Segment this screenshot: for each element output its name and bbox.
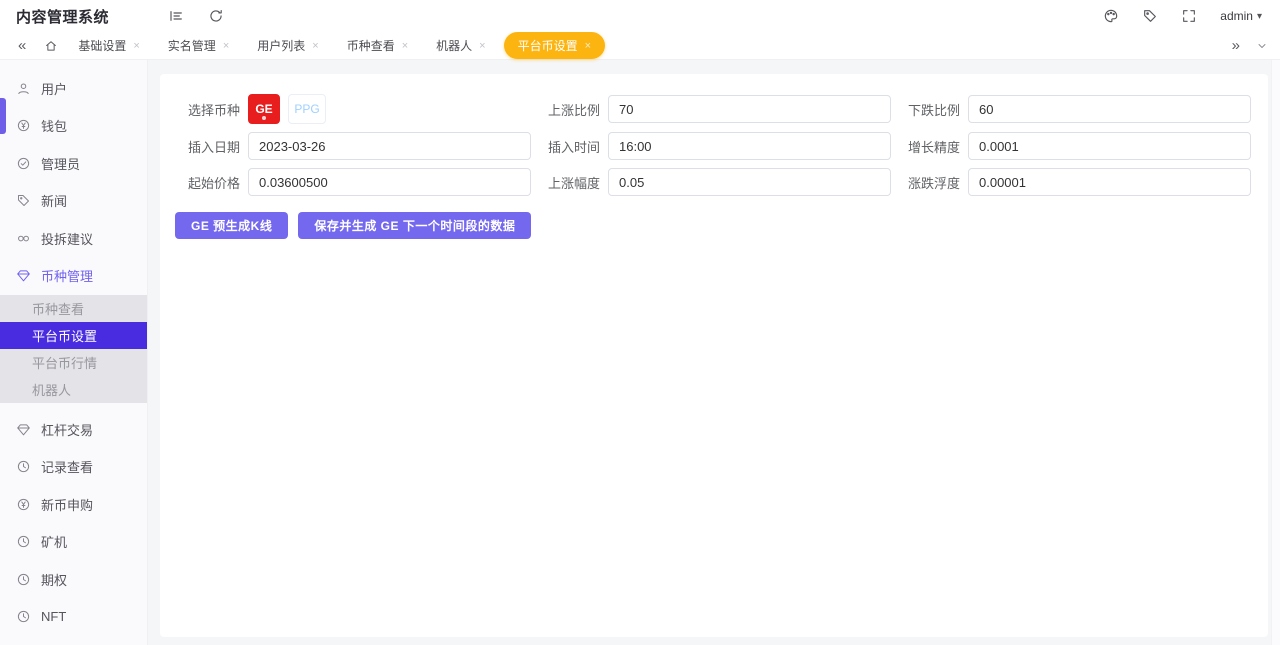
vertical-scrollbar[interactable] <box>1271 60 1280 645</box>
sidebar-subitem-coin-view[interactable]: 币种查看 <box>0 295 147 322</box>
field-label-insert-time: 插入时间 <box>536 137 600 156</box>
history-icon <box>16 572 31 587</box>
field-label-insert-date: 插入日期 <box>160 137 240 156</box>
sidebar-item-coin-management[interactable]: 币种管理 <box>0 257 147 295</box>
app-title: 内容管理系统 <box>0 6 148 27</box>
sidebar-item-mining-machine[interactable]: 矿机 <box>0 523 147 561</box>
rise-range-input[interactable] <box>608 168 891 196</box>
close-icon[interactable]: × <box>585 40 591 52</box>
tab-coin-view[interactable]: 币种查看 × <box>337 33 418 58</box>
caret-down-icon: ▾ <box>1257 11 1262 22</box>
feedback-loops-icon <box>16 231 31 246</box>
tabs-scroll-left-icon[interactable]: « <box>18 38 26 53</box>
selected-dot <box>262 116 266 120</box>
sidebar-item-news[interactable]: 新闻 <box>0 182 147 220</box>
pregenerate-kline-button[interactable]: GE 预生成K线 <box>175 212 288 239</box>
settings-form-card: 选择币种 GE PPG 上涨比例 下跌比例 <box>160 74 1268 637</box>
history-icon <box>16 459 31 474</box>
history-icon <box>16 534 31 549</box>
refresh-icon[interactable] <box>208 8 224 24</box>
sidebar-item-administrators[interactable]: 管理员 <box>0 145 147 183</box>
sidebar-item-users[interactable]: 用户 <box>0 70 147 108</box>
tabs-scroll-right-icon[interactable]: » <box>1232 38 1240 53</box>
sidebar-item-options[interactable]: 期权 <box>0 561 147 599</box>
tab-bar: « 基础设置 × 实名管理 × 用户列表 × 币种查看 × 机器 <box>0 32 1280 60</box>
home-tab-icon[interactable] <box>44 39 58 53</box>
tab-basic-settings[interactable]: 基础设置 × <box>68 33 149 58</box>
tab-robot[interactable]: 机器人 × <box>426 33 495 58</box>
field-label-rise-ratio: 上涨比例 <box>536 100 600 119</box>
user-icon <box>16 81 31 96</box>
sidebar-subitem-platform-coin-market[interactable]: 平台币行情 <box>0 349 147 376</box>
admin-dropdown[interactable]: admin ▾ <box>1220 9 1262 23</box>
check-circle-icon <box>16 156 31 171</box>
tab-realname-management[interactable]: 实名管理 × <box>158 33 239 58</box>
tag-icon[interactable] <box>1142 8 1158 24</box>
sidebar-item-feedback[interactable]: 投拆建议 <box>0 220 147 258</box>
sidebar-nav: 设置 用户 钱包 管理员 新闻 投拆建议 <box>0 32 148 645</box>
coin-option-ge-button[interactable]: GE <box>248 94 280 124</box>
sidebar-item-nft[interactable]: NFT <box>0 598 147 636</box>
app-window: 内容管理系统 admin ▾ <box>0 0 1280 645</box>
field-label-fall-ratio: 下跌比例 <box>896 100 960 119</box>
close-icon[interactable]: × <box>479 40 485 52</box>
fall-ratio-input[interactable] <box>968 95 1251 123</box>
field-label-growth-precision: 增长精度 <box>896 137 960 156</box>
insert-date-input[interactable] <box>248 132 531 160</box>
close-icon[interactable]: × <box>402 40 408 52</box>
rise-ratio-input[interactable] <box>608 95 891 123</box>
sidebar-item-new-coin-subscription[interactable]: 新币申购 <box>0 486 147 524</box>
gem-icon <box>16 422 31 437</box>
field-label-fluctuation: 涨跌浮度 <box>896 173 960 192</box>
coin-option-ppg-button[interactable]: PPG <box>288 94 326 124</box>
fullscreen-icon[interactable] <box>1181 8 1197 24</box>
close-icon[interactable]: × <box>223 40 229 52</box>
sidebar-item-wallet[interactable]: 钱包 <box>0 107 147 145</box>
field-label-rise-range: 上涨幅度 <box>536 173 600 192</box>
save-and-generate-next-period-button[interactable]: 保存并生成 GE 下一个时间段的数据 <box>298 212 531 239</box>
tag-icon <box>16 193 31 208</box>
gem-icon <box>16 268 31 283</box>
fluctuation-input[interactable] <box>968 168 1251 196</box>
main-content: 选择币种 GE PPG 上涨比例 下跌比例 <box>148 60 1280 645</box>
close-icon[interactable]: × <box>312 40 318 52</box>
wallet-yen-icon <box>16 118 31 133</box>
history-icon <box>16 609 31 624</box>
sidebar-item-records-view[interactable]: 记录查看 <box>0 448 147 486</box>
sidebar-subitem-robot[interactable]: 机器人 <box>0 376 147 403</box>
sidebar-subitem-platform-coin-settings[interactable]: 平台币设置 <box>0 322 147 349</box>
field-label-start-price: 起始价格 <box>160 173 240 192</box>
tabs-menu-chevron-down-icon[interactable] <box>1256 40 1268 52</box>
wallet-yen-icon <box>16 497 31 512</box>
growth-precision-input[interactable] <box>968 132 1251 160</box>
admin-username: admin <box>1220 9 1253 23</box>
insert-time-input[interactable] <box>608 132 891 160</box>
start-price-input[interactable] <box>248 168 531 196</box>
top-header: 内容管理系统 admin ▾ <box>0 0 1280 32</box>
theme-palette-icon[interactable] <box>1103 8 1119 24</box>
sidebar-item-leverage-trading[interactable]: 杠杆交易 <box>0 411 147 449</box>
close-icon[interactable]: × <box>133 40 139 52</box>
tab-platform-coin-settings[interactable]: 平台币设置 × <box>504 32 605 59</box>
platform-coin-form: 选择币种 GE PPG 上涨比例 下跌比例 <box>160 74 1268 239</box>
field-label-coin-select: 选择币种 <box>160 100 240 119</box>
tab-user-list[interactable]: 用户列表 × <box>247 33 328 58</box>
collapse-sidebar-icon[interactable] <box>168 8 184 24</box>
sidebar-scrollbar-thumb[interactable] <box>0 98 6 134</box>
